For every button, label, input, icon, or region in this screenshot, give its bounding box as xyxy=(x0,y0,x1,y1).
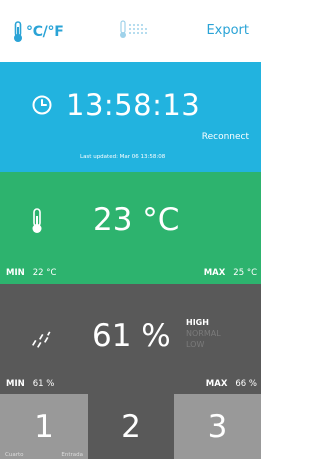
channel-sub-left: Cuarto xyxy=(5,452,24,458)
temperature-panel: 23 °C MIN 22 °C MAX 25 °C xyxy=(0,172,261,284)
thermometer-icon xyxy=(14,21,22,42)
min-label: MIN xyxy=(6,379,25,389)
channel-tab-1[interactable]: 1 Cuarto Entrada xyxy=(0,394,88,459)
export-button[interactable]: Export xyxy=(206,23,249,38)
channel-tab-label: 3 xyxy=(207,408,228,445)
humidity-level-high: HIGH xyxy=(186,318,209,327)
humidity-icon xyxy=(32,331,51,348)
max-value: 25 °C xyxy=(233,268,257,278)
min-value: 22 °C xyxy=(32,268,57,278)
max-label: MAX xyxy=(205,379,228,389)
channel-tab-3[interactable]: 3 xyxy=(174,394,261,459)
channel-tab-2[interactable]: 2 xyxy=(88,394,174,459)
channel-sub-right: Entrada xyxy=(61,452,83,458)
humidity-level-list: HIGH NORMAL LOW xyxy=(186,317,236,350)
temperature-max: MAX 25 °C xyxy=(204,268,257,278)
app: °C/°F Export 13:58:13 Reconnect Last upd… xyxy=(0,0,261,459)
unit-toggle-label: °C/°F xyxy=(26,24,64,40)
humidity-toggle-button[interactable] xyxy=(118,19,150,41)
channel-tabs: 1 Cuarto Entrada 2 3 xyxy=(0,394,261,459)
humidity-icon xyxy=(120,20,147,38)
last-updated-text: Last updated: Mar 06 13:58:08 xyxy=(80,154,166,160)
min-label: MIN xyxy=(6,268,25,278)
humidity-level-low: LOW xyxy=(186,340,205,349)
humidity-panel: 61 % HIGH NORMAL LOW MIN 61 % MAX 66 % xyxy=(0,284,261,394)
max-value: 66 % xyxy=(235,379,257,389)
humidity-max: MAX 66 % xyxy=(206,379,257,389)
time-panel: 13:58:13 Reconnect Last updated: Mar 06 … xyxy=(0,62,261,172)
channel-tab-label: 2 xyxy=(121,408,141,445)
humidity-value: 61 % xyxy=(92,318,171,354)
header-bar: °C/°F Export xyxy=(0,0,261,62)
channel-tab-sublabels: Cuarto Entrada xyxy=(0,452,88,458)
reconnect-button[interactable]: Reconnect xyxy=(202,132,249,142)
unit-toggle-button[interactable]: °C/°F xyxy=(12,18,64,46)
min-value: 61 % xyxy=(32,379,55,389)
humidity-min: MIN 61 % xyxy=(6,379,54,389)
humidity-level-normal: NORMAL xyxy=(186,329,221,338)
max-label: MAX xyxy=(203,268,226,278)
thermometer-icon xyxy=(32,208,42,233)
temperature-value: 23 °C xyxy=(93,202,180,238)
temperature-min: MIN 22 °C xyxy=(6,268,56,278)
clock-icon xyxy=(32,95,52,115)
current-time: 13:58:13 xyxy=(66,88,201,122)
channel-tab-label: 1 xyxy=(34,408,54,445)
